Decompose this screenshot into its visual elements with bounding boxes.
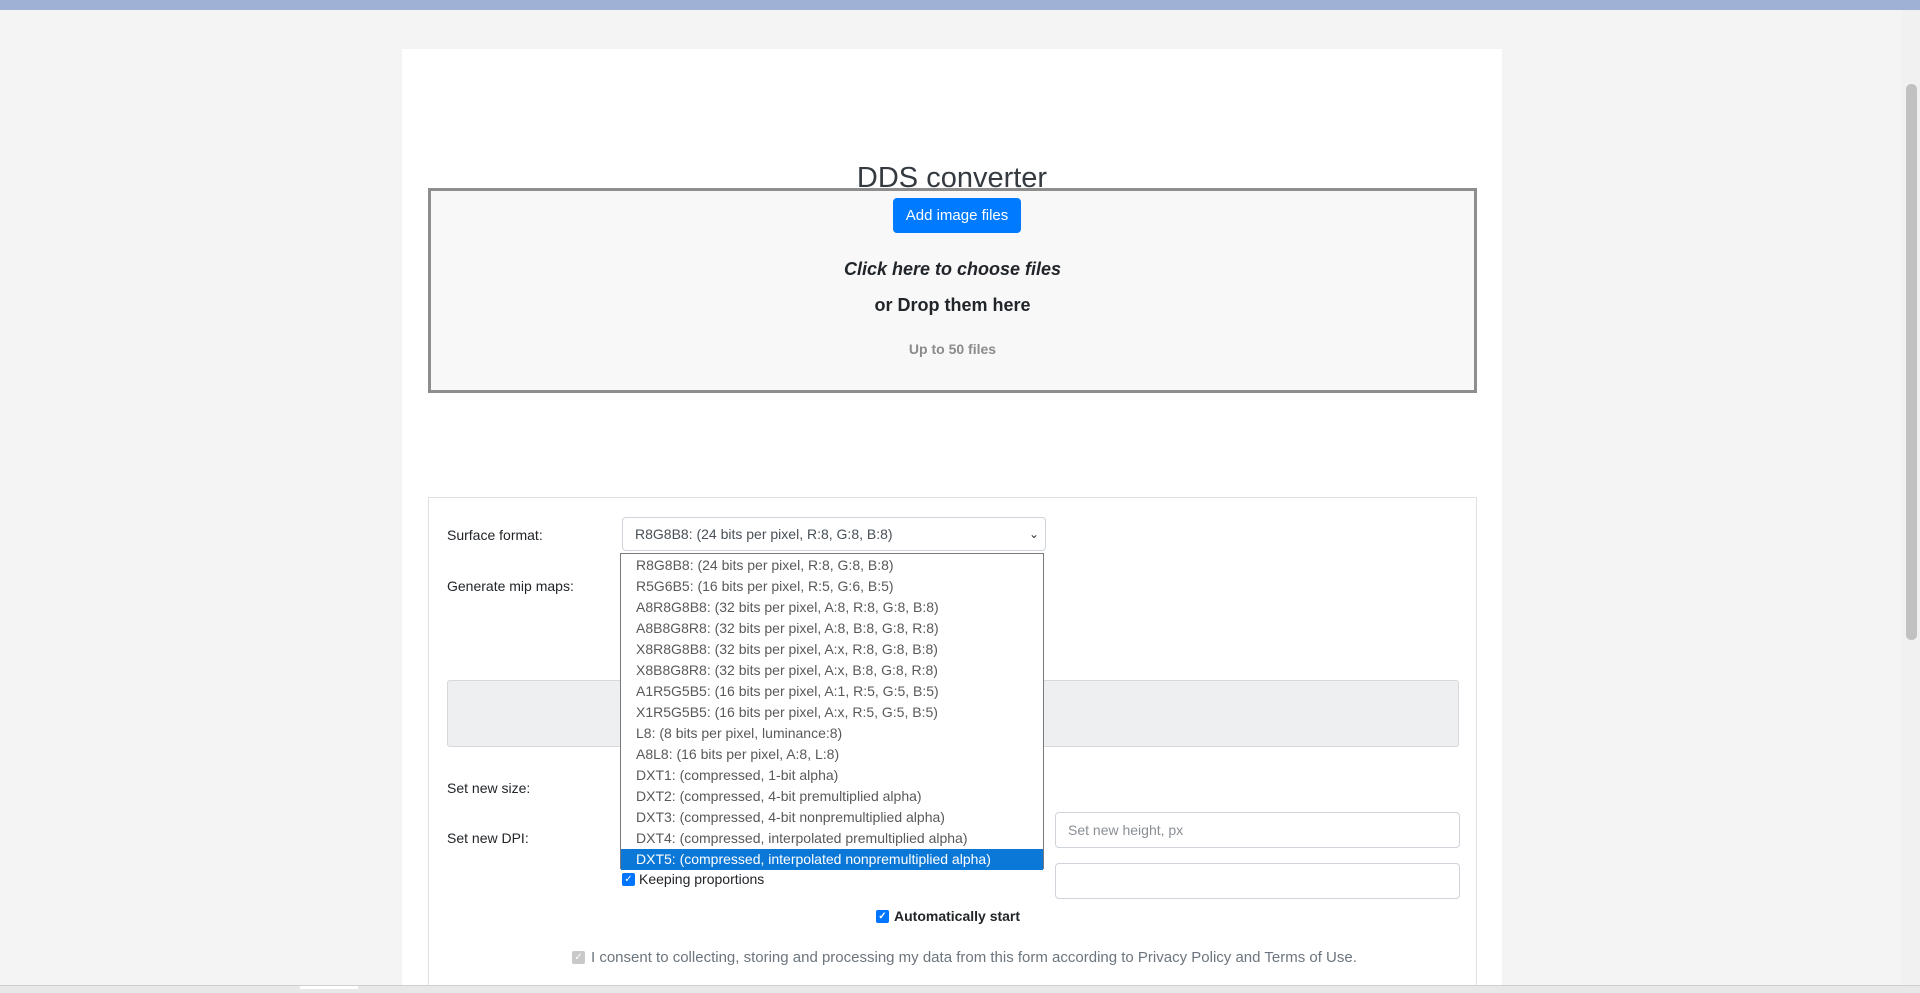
add-image-files-button[interactable]: Add image files <box>893 198 1021 233</box>
dropdown-option[interactable]: DXT1: (compressed, 1-bit alpha) <box>621 765 1043 786</box>
choose-files-text[interactable]: Click here to choose files <box>431 259 1474 280</box>
surface-format-label: Surface format: <box>447 527 543 543</box>
keep-proportions-row[interactable]: ✓ Keeping proportions <box>622 871 764 887</box>
chevron-down-icon: ⌄ <box>1028 527 1039 541</box>
surface-format-select[interactable]: R8G8B8: (24 bits per pixel, R:8, G:8, B:… <box>622 517 1046 551</box>
dropdown-option[interactable]: A1R5G5B5: (16 bits per pixel, A:1, R:5, … <box>621 681 1043 702</box>
new-dpi-input[interactable] <box>1055 863 1460 899</box>
dropdown-option[interactable]: A8R8G8B8: (32 bits per pixel, A:8, R:8, … <box>621 597 1043 618</box>
keep-proportions-label: Keeping proportions <box>639 871 765 887</box>
dropdown-option[interactable]: R8G8B8: (24 bits per pixel, R:8, G:8, B:… <box>621 555 1043 576</box>
dropdown-option[interactable]: DXT2: (compressed, 4-bit premultiplied a… <box>621 786 1043 807</box>
dropdown-option[interactable]: A8L8: (16 bits per pixel, A:8, L:8) <box>621 744 1043 765</box>
dropdown-option[interactable]: R5G6B5: (16 bits per pixel, R:5, G:6, B:… <box>621 576 1043 597</box>
surface-format-value: R8G8B8: (24 bits per pixel, R:8, G:8, B:… <box>635 526 893 542</box>
consent-label: I consent to collecting, storing and pro… <box>591 949 1357 966</box>
consent-row: ✓ I consent to collecting, storing and p… <box>572 949 1357 966</box>
file-dropzone[interactable]: Add image files Click here to choose fil… <box>428 188 1477 393</box>
mip-maps-label: Generate mip maps: <box>447 578 574 594</box>
surface-format-dropdown[interactable]: R8G8B8: (24 bits per pixel, R:8, G:8, B:… <box>620 553 1044 870</box>
dropdown-option[interactable]: X1R5G5B5: (16 bits per pixel, A:x, R:5, … <box>621 702 1043 723</box>
dropdown-option[interactable]: X8B8G8R8: (32 bits per pixel, A:x, B:8, … <box>621 660 1043 681</box>
auto-start-row[interactable]: ✓ Automatically start <box>876 908 1020 924</box>
dropdown-option[interactable]: DXT3: (compressed, 4-bit nonpremultiplie… <box>621 807 1043 828</box>
scrollbar-thumb[interactable] <box>1906 84 1917 640</box>
auto-start-checkbox[interactable]: ✓ <box>876 909 889 923</box>
keep-proportions-checkbox[interactable]: ✓ <box>622 872 635 886</box>
dropdown-option[interactable]: L8: (8 bits per pixel, luminance:8) <box>621 723 1043 744</box>
file-limit-text: Up to 50 files <box>908 341 997 357</box>
new-size-label: Set new size: <box>447 780 531 796</box>
consent-checkbox: ✓ <box>572 951 585 964</box>
dropdown-option[interactable]: X8R8G8B8: (32 bits per pixel, A:x, R:8, … <box>621 639 1043 660</box>
new-height-input[interactable] <box>1055 812 1460 848</box>
dropdown-option[interactable]: A8B8G8R8: (32 bits per pixel, A:8, B:8, … <box>621 618 1043 639</box>
dropdown-option-highlighted[interactable]: DXT5: (compressed, interpolated nonpremu… <box>621 849 1043 870</box>
browser-top-strip <box>0 0 1920 10</box>
browser-bottom-strip <box>0 985 1920 993</box>
auto-start-label: Automatically start <box>894 908 1021 924</box>
drop-files-text: or Drop them here <box>874 295 1031 315</box>
bottom-tab-mark <box>300 986 358 989</box>
dropdown-option[interactable]: DXT4: (compressed, interpolated premulti… <box>621 828 1043 849</box>
new-dpi-label: Set new DPI: <box>447 830 529 846</box>
